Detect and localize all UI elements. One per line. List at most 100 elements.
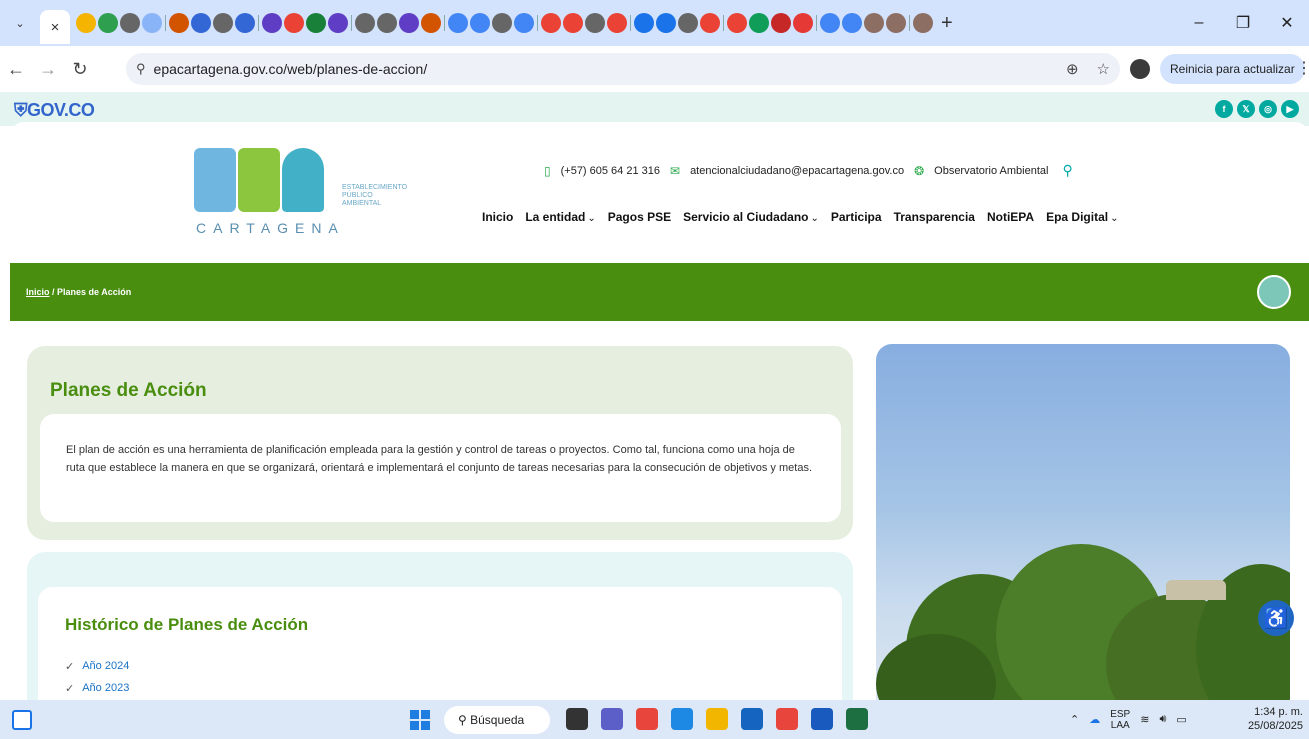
widgets-icon[interactable] [12, 710, 32, 730]
tab-favicon-icon[interactable] [585, 13, 605, 33]
tab-favicon-icon[interactable] [421, 13, 441, 33]
reload-icon[interactable]: ↻ [64, 59, 96, 80]
site-info-icon[interactable]: ⚲ [136, 61, 146, 77]
search-icon: ⚲ [458, 713, 471, 727]
tab-favicon-icon[interactable] [820, 13, 840, 33]
tab-favicon-icon[interactable] [355, 13, 375, 33]
tab-favicon-icon[interactable] [98, 13, 118, 33]
tab-favicon-icon[interactable] [700, 13, 720, 33]
nav-item-epa-digital[interactable]: Epa Digital ⌄ [1046, 210, 1118, 224]
youtube-icon[interactable]: ▶ [1281, 100, 1299, 118]
minimize-icon[interactable]: – [1177, 14, 1221, 32]
tab-favicon-icon[interactable] [306, 13, 326, 33]
breadcrumb-home-link[interactable]: Inicio [26, 287, 50, 297]
tab-favicon-icon[interactable] [913, 13, 933, 33]
nav-item-servicio-al-ciudadano[interactable]: Servicio al Ciudadano ⌄ [683, 210, 819, 224]
forward-icon[interactable]: → [32, 59, 64, 80]
nav-item-transparencia[interactable]: Transparencia [894, 210, 975, 224]
tab-favicon-icon[interactable] [842, 13, 862, 33]
close-window-icon[interactable]: ✕ [1265, 13, 1309, 33]
zoom-icon[interactable]: ⊕ [1066, 60, 1079, 78]
tab-favicon-icon[interactable] [470, 13, 490, 33]
nav-item-notiepa[interactable]: NotiEPA [987, 210, 1034, 224]
tab-favicon-icon[interactable] [213, 13, 233, 33]
tab-favicon-icon[interactable] [191, 13, 211, 33]
x-icon[interactable]: 𝕏 [1237, 100, 1255, 118]
tab-favicon-icon[interactable] [284, 13, 304, 33]
taskbar-app-icon[interactable] [671, 708, 693, 730]
language-indicator[interactable]: ESP LAA [1110, 709, 1130, 731]
update-button[interactable]: Reinicia para actualizar [1160, 54, 1305, 84]
observatorio-link[interactable]: Observatorio Ambiental [934, 165, 1048, 177]
nav-item-inicio[interactable]: Inicio [482, 210, 513, 224]
tab-favicon-icon[interactable] [656, 13, 676, 33]
instagram-icon[interactable]: ◎ [1259, 100, 1277, 118]
epa-logo[interactable]: ESTABLECIMIENTO PÚBLICO AMBIENTAL CARTAG… [194, 148, 444, 240]
battery-icon[interactable]: ▭ [1176, 713, 1186, 726]
tab-favicon-icon[interactable] [514, 13, 534, 33]
bookmark-star-icon[interactable]: ☆ [1097, 60, 1110, 78]
wifi-icon[interactable]: ≋ [1140, 713, 1149, 726]
new-tab-button[interactable]: + [941, 12, 953, 35]
profile-avatar[interactable] [1130, 59, 1150, 79]
taskbar-app-icon[interactable] [566, 708, 588, 730]
year-link[interactable]: Año 2024 [82, 660, 129, 672]
tab-favicon-icon[interactable] [448, 13, 468, 33]
tab-favicon-icon[interactable] [793, 13, 813, 33]
tab-favicon-icon[interactable] [377, 13, 397, 33]
taskbar-app-icon[interactable] [811, 708, 833, 730]
search-icon[interactable]: ⚲ [1062, 162, 1072, 179]
phone-number[interactable]: (+57) 605 64 21 316 [561, 165, 660, 177]
chevron-up-icon[interactable]: ⌃ [1070, 713, 1079, 726]
tab-favicon-icon[interactable] [76, 13, 96, 33]
tab-search-button[interactable]: ⌄ [8, 11, 32, 35]
nav-item-participa[interactable]: Participa [831, 210, 882, 224]
tab-favicon-icon[interactable] [262, 13, 282, 33]
nav-item-pagos-pse[interactable]: Pagos PSE [608, 210, 671, 224]
address-bar[interactable]: ⚲ epacartagena.gov.co/web/planes-de-acci… [126, 53, 1120, 85]
tab-favicon-icon[interactable] [492, 13, 512, 33]
tab-separator [351, 15, 352, 31]
taskbar-app-icon[interactable] [846, 708, 868, 730]
volume-icon[interactable]: 🔊︎ [1159, 713, 1166, 726]
tab-favicon-icon[interactable] [235, 13, 255, 33]
year-link[interactable]: Año 2023 [82, 682, 129, 694]
restore-icon[interactable]: ❐ [1221, 13, 1265, 33]
accessibility-icon[interactable]: ♿ [1258, 600, 1294, 636]
tab-favicon-icon[interactable] [678, 13, 698, 33]
tab-favicon-icon[interactable] [886, 13, 906, 33]
tab-favicon-icon[interactable] [399, 13, 419, 33]
url-text[interactable]: epacartagena.gov.co/web/planes-de-accion… [154, 61, 428, 77]
tab-favicon-icon[interactable] [864, 13, 884, 33]
menu-kebab-icon[interactable]: ⋮ [1296, 58, 1309, 78]
back-icon[interactable]: ← [0, 59, 32, 80]
tab-favicon-icon[interactable] [541, 13, 561, 33]
year-list-item[interactable]: ✓ Año 2024 [65, 655, 129, 677]
taskbar-app-icon[interactable] [601, 708, 623, 730]
facebook-icon[interactable]: f [1215, 100, 1233, 118]
tab-favicon-icon[interactable] [727, 13, 747, 33]
tab-favicon-icon[interactable] [634, 13, 654, 33]
tab-favicon-icon[interactable] [749, 13, 769, 33]
taskbar-app-icon[interactable] [741, 708, 763, 730]
gov-co-logo[interactable]: ⛨GOV.CO [14, 100, 95, 121]
taskbar-app-icon[interactable] [706, 708, 728, 730]
nav-item-la-entidad[interactable]: La entidad ⌄ [525, 210, 595, 224]
year-list-item[interactable]: ✓ Año 2023 [65, 677, 129, 699]
tab-favicon-icon[interactable] [142, 13, 162, 33]
tab-favicon-icon[interactable] [563, 13, 583, 33]
active-tab-close-icon[interactable]: × [40, 10, 70, 44]
email-link[interactable]: atencionalciudadano@epacartagena.gov.co [690, 165, 904, 177]
tab-favicon-icon[interactable] [328, 13, 348, 33]
taskbar-app-icon[interactable] [636, 708, 658, 730]
taskbar-app-icon[interactable] [776, 708, 798, 730]
taskbar-search[interactable]: ⚲ Búsqueda [444, 706, 550, 734]
tab-favicon-icon[interactable] [169, 13, 189, 33]
onedrive-icon[interactable]: ☁ [1089, 713, 1100, 726]
tab-favicon-icon[interactable] [120, 13, 140, 33]
tab-favicon-icon[interactable] [607, 13, 627, 33]
clock[interactable]: 1:34 p. m. 25/08/2025 [1248, 705, 1303, 733]
mail-icon: ✉ [670, 163, 681, 178]
tab-favicon-icon[interactable] [771, 13, 791, 33]
start-icon[interactable] [410, 710, 430, 730]
